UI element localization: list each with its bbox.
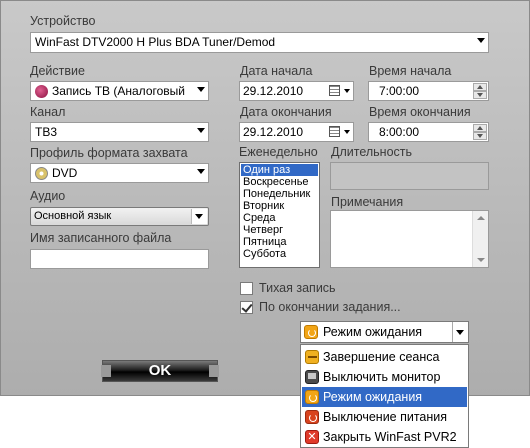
audio-select[interactable]: Основной язык	[30, 207, 209, 226]
chevron-down-icon	[477, 38, 485, 43]
close-app-icon: ✕	[305, 430, 319, 444]
after-action-select[interactable]: Режим ожидания	[300, 321, 469, 343]
start-date-value: 29.12.2010	[243, 84, 304, 98]
standby-icon	[305, 390, 319, 404]
capture-profile-value: DVD	[52, 166, 78, 180]
scroll-down-icon[interactable]	[477, 258, 485, 262]
audio-label: Аудио	[30, 189, 66, 203]
duration-label: Длительность	[331, 145, 413, 159]
menu-item-label: Выключить монитор	[323, 370, 441, 384]
start-time-label: Время начала	[369, 64, 452, 78]
duration-field	[330, 162, 489, 190]
silent-record-checkbox[interactable]	[240, 282, 253, 295]
list-item[interactable]: Пятница	[241, 236, 318, 248]
channel-value: ТВ3	[35, 125, 58, 139]
monitor-icon	[305, 370, 319, 384]
capture-profile-select[interactable]: DVD	[30, 163, 209, 183]
start-time-spinner[interactable]: 7:00:00	[368, 81, 489, 101]
menu-item-monitor-off[interactable]: Выключить монитор	[302, 367, 467, 387]
menu-item-label: Завершение сеанса	[323, 350, 440, 364]
notes-label: Примечания	[331, 195, 404, 209]
weekly-label: Еженедельно	[239, 145, 318, 159]
menu-item-standby[interactable]: Режим ожидания	[302, 387, 467, 407]
time-spin-buttons[interactable]	[473, 83, 487, 99]
list-item[interactable]: Понедельник	[241, 188, 318, 200]
chevron-down-icon[interactable]	[344, 130, 350, 134]
after-action-menu: Завершение сеанса Выключить монитор Режи…	[300, 344, 469, 448]
scroll-up-icon[interactable]	[477, 216, 485, 220]
device-label: Устройство	[30, 14, 96, 28]
channel-label: Канал	[30, 105, 66, 119]
audio-value: Основной язык	[34, 210, 112, 222]
menu-item-logoff[interactable]: Завершение сеанса	[302, 347, 467, 367]
list-item[interactable]: Суббота	[241, 248, 318, 260]
menu-item-power-off[interactable]: Выключение питания	[302, 407, 467, 427]
action-value: Запись ТВ (Аналоговый	[52, 84, 185, 98]
action-select[interactable]: Запись ТВ (Аналоговый	[30, 81, 209, 101]
chevron-down-icon	[197, 87, 205, 92]
device-value: WinFast DTV2000 H Plus BDA Tuner/Demod	[35, 35, 276, 49]
chevron-down-icon[interactable]	[344, 89, 350, 93]
channel-select[interactable]: ТВ3	[30, 122, 209, 142]
notes-textarea[interactable]	[330, 210, 489, 268]
list-item[interactable]: Вторник	[241, 200, 318, 212]
end-date-picker[interactable]: 29.12.2010	[239, 122, 354, 142]
list-item[interactable]: Четверг	[241, 224, 318, 236]
chevron-down-icon	[191, 209, 207, 224]
spin-up-icon[interactable]	[473, 83, 487, 91]
start-time-value: 7:00:00	[379, 84, 420, 98]
spin-down-icon[interactable]	[473, 132, 487, 140]
key-icon	[305, 350, 319, 364]
menu-item-label: Режим ожидания	[323, 390, 423, 404]
menu-item-close-app[interactable]: ✕ Закрыть WinFast PVR2	[302, 427, 467, 447]
on-finish-checkbox[interactable]	[240, 301, 253, 314]
list-item[interactable]: Воскресенье	[241, 176, 318, 188]
end-date-value: 29.12.2010	[243, 125, 304, 139]
calendar-icon[interactable]	[329, 85, 340, 96]
silent-record-label: Тихая запись	[259, 281, 336, 295]
filename-label: Имя записанного файла	[30, 231, 172, 245]
notes-scrollbar[interactable]	[472, 211, 488, 267]
end-date-label: Дата окончания	[240, 105, 332, 119]
spin-down-icon[interactable]	[473, 91, 487, 99]
capture-profile-label: Профиль формата захвата	[30, 146, 188, 160]
ok-button[interactable]: OK	[101, 360, 219, 382]
on-finish-label: По окончании задания...	[259, 300, 401, 314]
calendar-icon[interactable]	[329, 126, 340, 137]
time-spin-buttons[interactable]	[473, 124, 487, 140]
end-time-value: 8:00:00	[379, 125, 420, 139]
chevron-down-icon	[197, 169, 205, 174]
list-item[interactable]: Один раз	[241, 164, 318, 176]
after-action-value: Режим ожидания	[323, 325, 423, 339]
dvd-disc-icon	[35, 167, 48, 180]
standby-icon	[304, 325, 318, 339]
list-item[interactable]: Среда	[241, 212, 318, 224]
chevron-down-icon	[197, 128, 205, 133]
start-date-label: Дата начала	[240, 64, 313, 78]
tv-record-icon	[35, 85, 48, 98]
spin-up-icon[interactable]	[473, 124, 487, 132]
weekly-listbox[interactable]: Один раз Воскресенье Понедельник Вторник…	[239, 162, 320, 268]
action-label: Действие	[30, 64, 85, 78]
filename-input[interactable]	[30, 249, 209, 269]
device-select[interactable]: WinFast DTV2000 H Plus BDA Tuner/Demod	[30, 32, 489, 53]
end-time-label: Время окончания	[369, 105, 471, 119]
menu-item-label: Выключение питания	[323, 410, 448, 424]
chevron-down-icon[interactable]	[452, 322, 468, 342]
power-off-icon	[305, 410, 319, 424]
end-time-spinner[interactable]: 8:00:00	[368, 122, 489, 142]
menu-item-label: Закрыть WinFast PVR2	[323, 430, 457, 444]
start-date-picker[interactable]: 29.12.2010	[239, 81, 354, 101]
